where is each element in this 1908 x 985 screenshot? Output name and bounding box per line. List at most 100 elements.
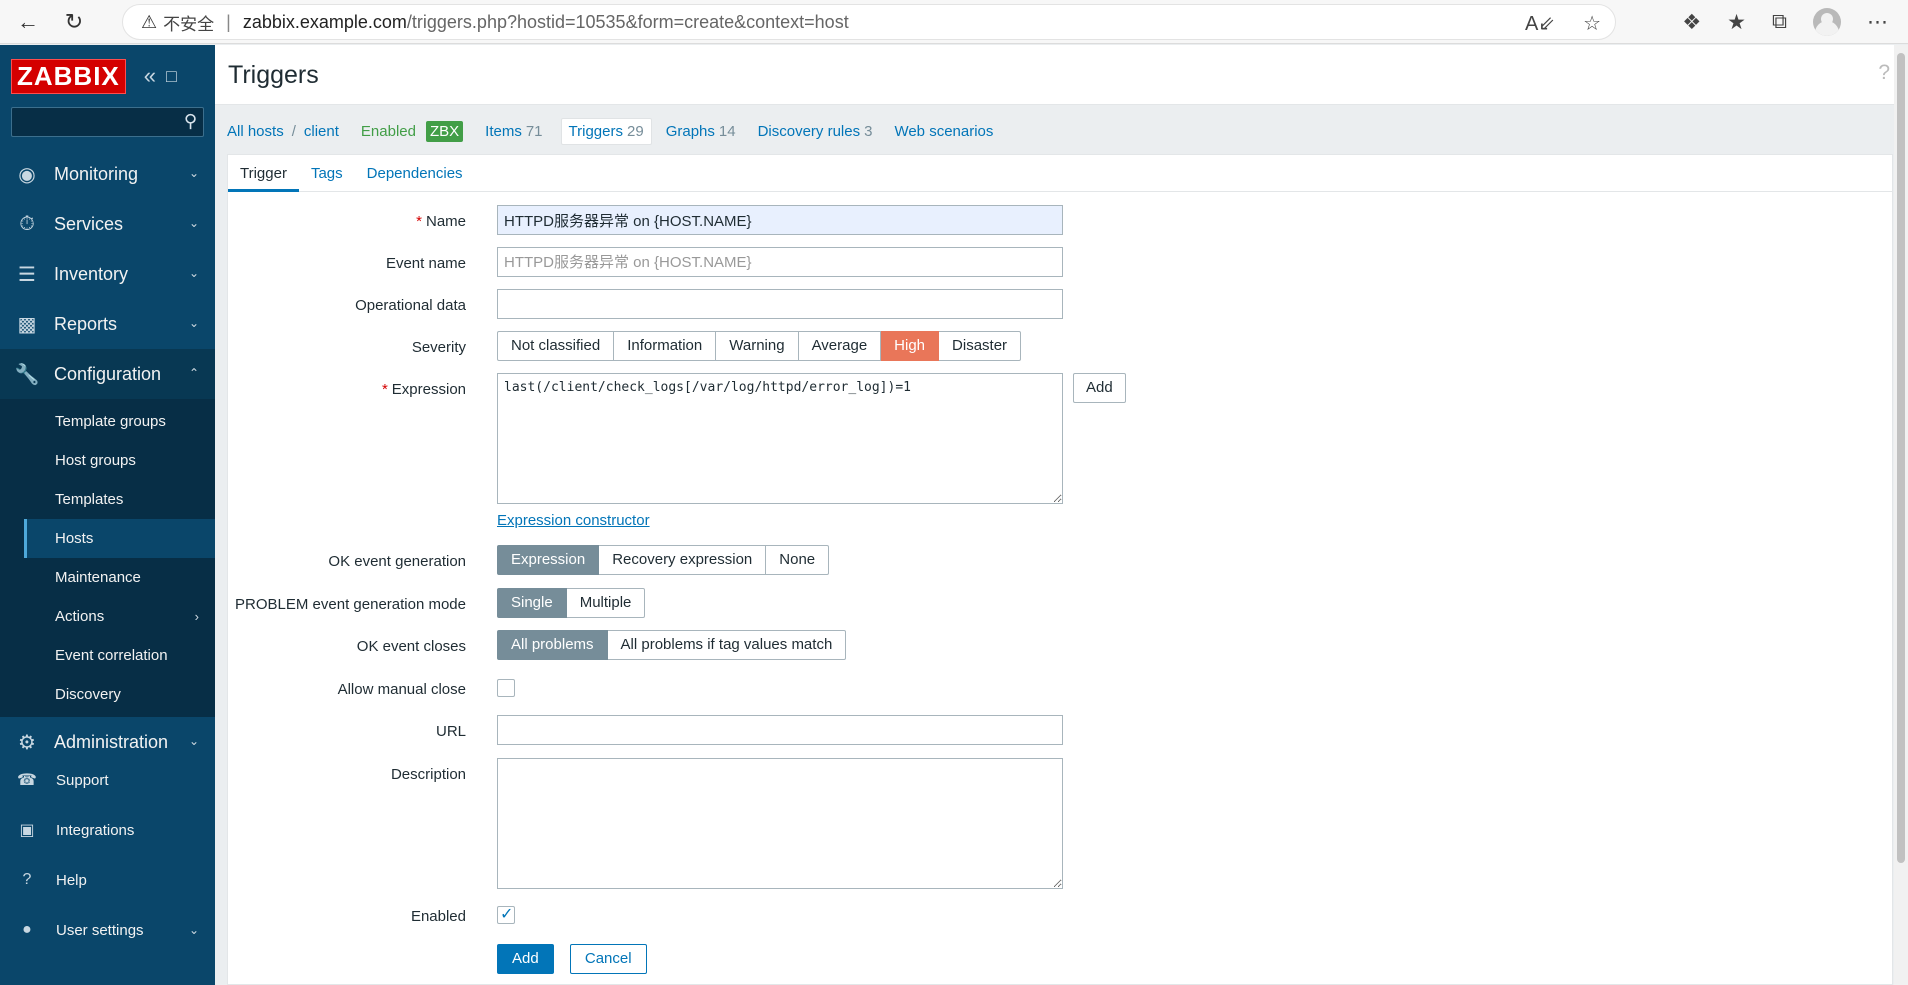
ok-gen-recovery-expression[interactable]: Recovery expression [599,545,767,575]
page-scrollbar[interactable] [1894,45,1908,985]
menu-user-settings[interactable]: ● User settings ⌄ [0,905,215,955]
list-icon: ☰ [18,263,36,286]
nav-label: Items [485,122,522,140]
back-arrow-icon[interactable]: ← [10,4,46,40]
tab-tags[interactable]: Tags [299,155,355,192]
severity-high[interactable]: High [881,331,940,361]
trigger-form: Trigger Tags Dependencies *Name Event na… [227,154,1893,985]
ok-closes-all-problems[interactable]: All problems [497,630,608,660]
name-label: * Name [416,213,466,230]
profile-avatar[interactable] [1813,8,1841,36]
row-description: Description [228,758,1428,893]
help-icon[interactable]: ? [1878,61,1890,85]
row-severity: Severity Not classified Information Warn… [228,331,1428,365]
event-name-label: Event name [385,255,466,272]
search-icon[interactable]: ⚲ [184,111,197,132]
tab-trigger[interactable]: Trigger [228,155,299,192]
submenu-hosts[interactable]: Hosts [24,519,215,558]
menu-services[interactable]: ⏱ Services ⌄ [0,199,215,249]
row-problem-mode: PROBLEM event generation mode Single Mul… [228,588,1428,622]
description-textarea[interactable] [497,758,1063,889]
clock-icon: ⏱ [19,212,35,235]
menu-label: Help [56,871,87,889]
row-allow-manual-close: Allow manual close [228,673,1428,707]
more-menu-icon[interactable]: ⋯ [1867,10,1888,35]
submenu-host-groups[interactable]: Host groups [24,441,215,480]
menu-integrations[interactable]: ▣ Integrations [0,805,215,855]
severity-warning[interactable]: Warning [716,331,799,361]
nav-graphs[interactable]: Graphs 14 [666,123,736,140]
ok-event-closes-selector: All problems All problems if tag values … [497,630,847,660]
cancel-button[interactable]: Cancel [569,944,647,974]
kiosk-mode-icon[interactable]: □ [166,66,177,87]
menu-monitoring[interactable]: ◉ Monitoring ⌄ [0,149,215,199]
severity-average[interactable]: Average [798,331,882,361]
event-name-input[interactable] [497,247,1063,277]
ok-gen-expression[interactable]: Expression [497,545,600,575]
address-bar[interactable]: ⚠ 不安全 | zabbix.example.com/triggers.php?… [122,4,1616,40]
zbx-availability-badge: ZBX [425,120,464,142]
submenu-event-correlation[interactable]: Event correlation [24,636,215,675]
read-aloud-icon[interactable]: A⇙ [1525,11,1555,36]
problem-mode-single[interactable]: Single [497,588,567,618]
menu-help[interactable]: ? Help [0,855,215,905]
menu-reports[interactable]: ▩ Reports ⌄ [0,299,215,349]
enabled-label: Enabled [410,908,466,925]
zabbix-logo[interactable]: ZABBIX [11,58,126,94]
add-button[interactable]: Add [497,944,554,974]
expression-constructor-link[interactable]: Expression constructor [497,512,650,529]
submenu-templates[interactable]: Templates [24,480,215,519]
submenu-maintenance[interactable]: Maintenance [24,558,215,597]
nav-count: 14 [718,122,736,140]
url-input[interactable] [497,715,1063,745]
expression-textarea[interactable] [497,373,1063,504]
breadcrumb-separator: / [291,122,296,140]
description-label: Description [390,766,466,783]
menu-label: Inventory [54,263,129,284]
submenu-template-groups[interactable]: Template groups [24,402,215,441]
reload-icon[interactable]: ↻ [56,4,92,40]
ok-closes-tag-match[interactable]: All problems if tag values match [607,630,847,660]
collapse-sidebar-icon[interactable]: « [144,63,156,89]
menu-label: Monitoring [54,163,139,184]
expression-add-button[interactable]: Add [1073,373,1126,403]
problem-mode-label: PROBLEM event generation mode [235,596,466,613]
ok-gen-none[interactable]: None [766,545,830,575]
menu-label: Administration [54,731,169,752]
url-label: URL [435,723,466,740]
menu-inventory[interactable]: ☰ Inventory ⌄ [0,249,215,299]
severity-disaster[interactable]: Disaster [939,331,1022,361]
operational-data-input[interactable] [497,289,1063,319]
extensions-icon[interactable]: ❖ [1682,10,1701,35]
submenu-discovery[interactable]: Discovery [24,675,215,714]
menu-configuration[interactable]: 🔧 Configuration ⌃ [0,349,215,399]
sidebar-search-input[interactable]: ⚲ [11,107,204,137]
submenu-actions[interactable]: Actions › [24,597,215,636]
nav-triggers[interactable]: Triggers 29 [560,117,652,145]
severity-information[interactable]: Information [614,331,717,361]
allow-manual-close-checkbox[interactable] [497,679,515,697]
breadcrumb-all-hosts[interactable]: All hosts [227,123,284,140]
tab-dependencies[interactable]: Dependencies [355,155,475,192]
eye-icon: ◉ [18,163,36,186]
menu-support[interactable]: ☎ Support [0,755,215,805]
ok-event-generation-selector: Expression Recovery expression None [497,545,830,575]
name-input[interactable] [497,205,1063,235]
nav-discovery-rules[interactable]: Discovery rules 3 [758,123,873,140]
enabled-checkbox[interactable] [497,904,515,924]
problem-mode-multiple[interactable]: Multiple [566,588,646,618]
address-bar-icons: A⇙ ☆ [1525,11,1601,36]
nav-items[interactable]: Items 71 [485,123,542,140]
scrollbar-thumb[interactable] [1897,53,1905,863]
ok-event-generation-label: OK event generation [328,553,466,570]
row-enabled: Enabled [228,900,1428,934]
favorites-icon[interactable]: ★ [1727,10,1746,35]
host-status-enabled[interactable]: Enabled [361,123,416,140]
breadcrumb-host[interactable]: client [304,123,339,140]
add-favorite-icon[interactable]: ☆ [1583,11,1601,36]
collections-icon[interactable]: ⧉ [1772,10,1787,34]
row-ok-event-generation: OK event generation Expression Recovery … [228,545,1428,579]
severity-not-classified[interactable]: Not classified [497,331,615,361]
chevron-right-icon: › [194,609,199,624]
nav-web-scenarios[interactable]: Web scenarios [894,123,993,140]
